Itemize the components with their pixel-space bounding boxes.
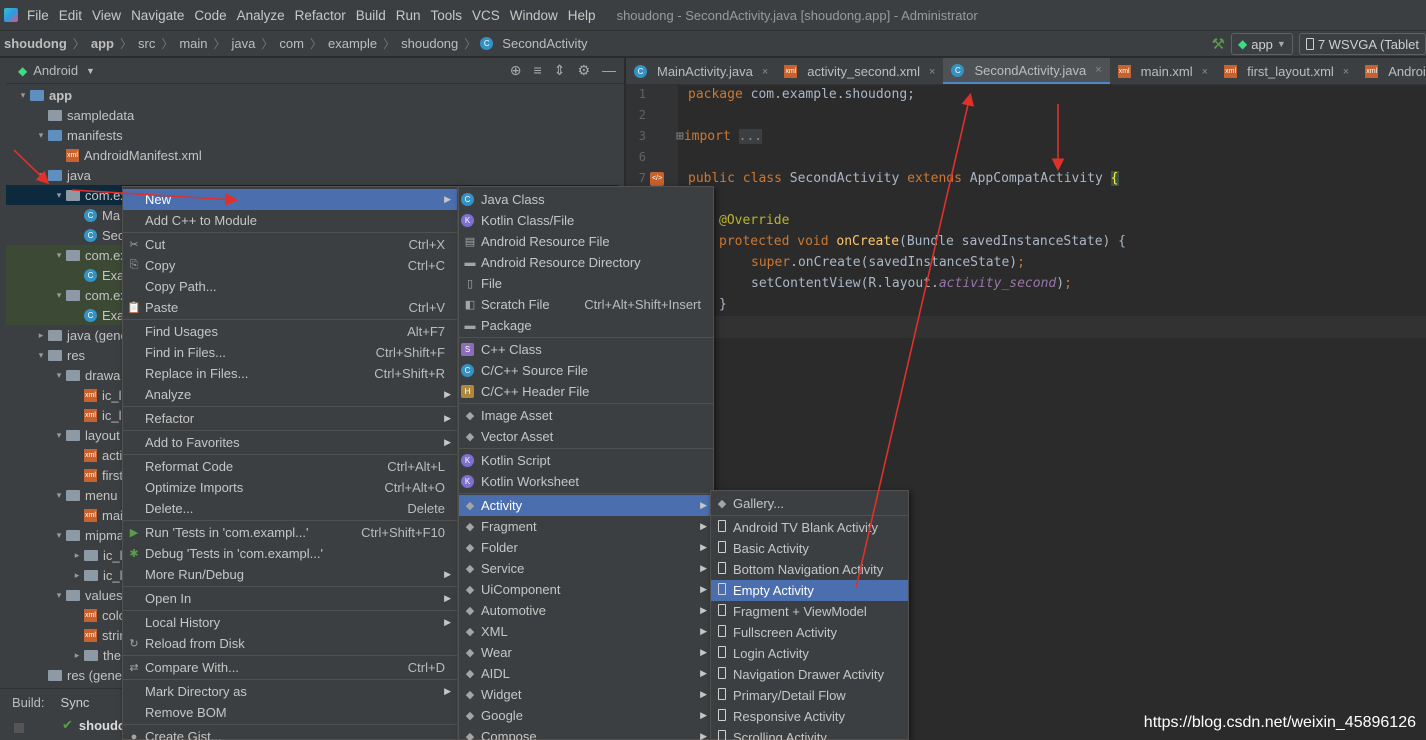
annotation-arrow-java bbox=[13, 149, 50, 185]
annotation-arrow-tab bbox=[855, 92, 975, 589]
annotation-arrow-new bbox=[71, 189, 239, 206]
annotation-arrows bbox=[13, 92, 1065, 589]
watermark: https://blog.csdn.net/weixin_45896126 bbox=[1143, 714, 1416, 731]
